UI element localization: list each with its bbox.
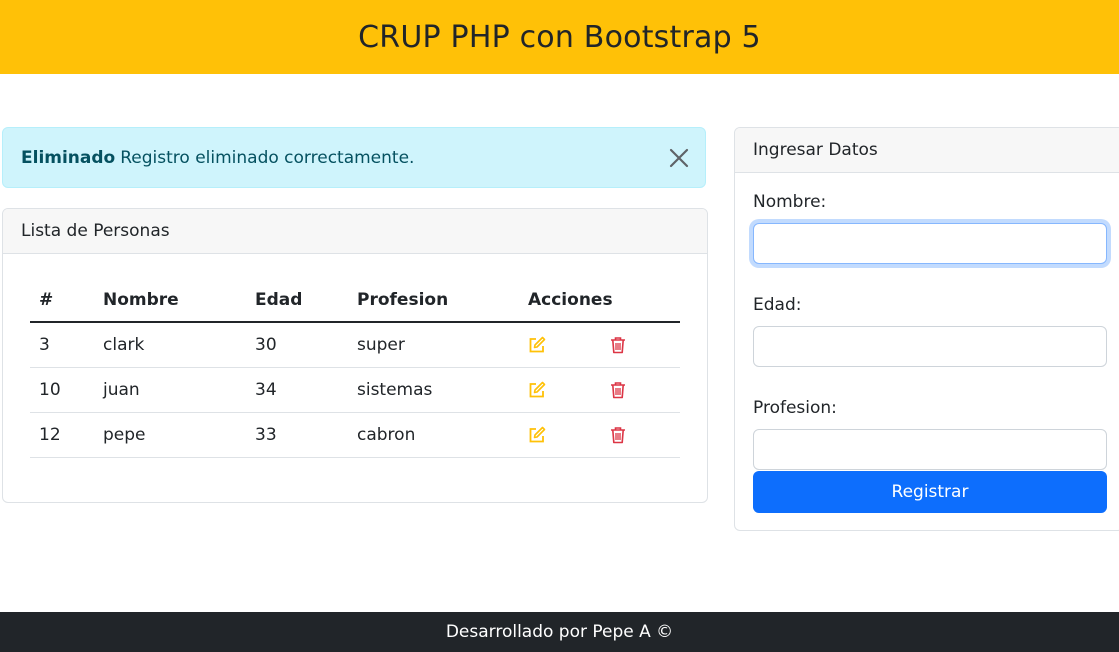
register-button[interactable]: Registrar	[753, 471, 1107, 513]
alert-deleted: Eliminado Registro eliminado correctamen…	[2, 127, 706, 188]
nombre-input[interactable]	[753, 223, 1107, 264]
page-header: CRUP PHP con Bootstrap 5	[0, 0, 1119, 74]
col-edad: Edad	[246, 278, 348, 323]
cell-nombre: clark	[94, 322, 246, 368]
col-profesion: Profesion	[348, 278, 519, 323]
edit-icon[interactable]	[528, 426, 546, 444]
edad-label: Edad:	[753, 295, 802, 315]
data-entry-form: Nombre: Edad: Profesion:	[753, 192, 1107, 501]
edit-icon[interactable]	[528, 381, 546, 399]
persons-card: Lista de Personas # Nombre Edad Profesio…	[2, 208, 708, 503]
table-header-row: # Nombre Edad Profesion Acciones	[30, 278, 680, 323]
col-acciones: Acciones	[519, 278, 680, 323]
data-entry-card-header: Ingresar Datos	[735, 128, 1119, 173]
persons-card-header: Lista de Personas	[3, 209, 707, 254]
cell-profesion: sistemas	[348, 367, 519, 413]
alert-message: Registro eliminado correctamente.	[120, 147, 415, 168]
profesion-label: Profesion:	[753, 398, 837, 418]
edit-icon[interactable]	[528, 336, 546, 354]
cell-delete	[600, 367, 680, 413]
persons-table: # Nombre Edad Profesion Acciones 3 clark…	[30, 278, 680, 458]
cell-id: 3	[30, 322, 94, 368]
data-entry-card: Ingresar Datos Nombre: Edad: Profesion: …	[734, 127, 1119, 531]
page-title: CRUP PHP con Bootstrap 5	[358, 19, 761, 55]
cell-profesion: cabron	[348, 412, 519, 458]
cell-edad: 30	[246, 322, 348, 368]
cell-nombre: juan	[94, 367, 246, 413]
profesion-input[interactable]	[753, 429, 1107, 470]
cell-edad: 34	[246, 367, 348, 413]
close-icon[interactable]	[667, 146, 691, 170]
col-id: #	[30, 278, 94, 323]
cell-delete	[600, 412, 680, 458]
nombre-label: Nombre:	[753, 192, 827, 212]
edad-input[interactable]	[753, 326, 1107, 367]
trash-icon[interactable]	[609, 381, 627, 399]
cell-edit	[519, 412, 600, 458]
cell-nombre: pepe	[94, 412, 246, 458]
page-footer: Desarrollado por Pepe A ©	[0, 612, 1119, 652]
cell-edit	[519, 322, 600, 368]
cell-edad: 33	[246, 412, 348, 458]
trash-icon[interactable]	[609, 336, 627, 354]
cell-id: 12	[30, 412, 94, 458]
cell-id: 10	[30, 367, 94, 413]
table-row: 10 juan 34 sistemas	[30, 367, 680, 413]
cell-delete	[600, 322, 680, 368]
trash-icon[interactable]	[609, 426, 627, 444]
col-nombre: Nombre	[94, 278, 246, 323]
table-row: 3 clark 30 super	[30, 322, 680, 368]
table-row: 12 pepe 33 cabron	[30, 412, 680, 458]
cell-profesion: super	[348, 322, 519, 368]
footer-text: Desarrollado por Pepe A ©	[445, 622, 674, 642]
alert-strong: Eliminado	[21, 147, 116, 168]
cell-edit	[519, 367, 600, 413]
